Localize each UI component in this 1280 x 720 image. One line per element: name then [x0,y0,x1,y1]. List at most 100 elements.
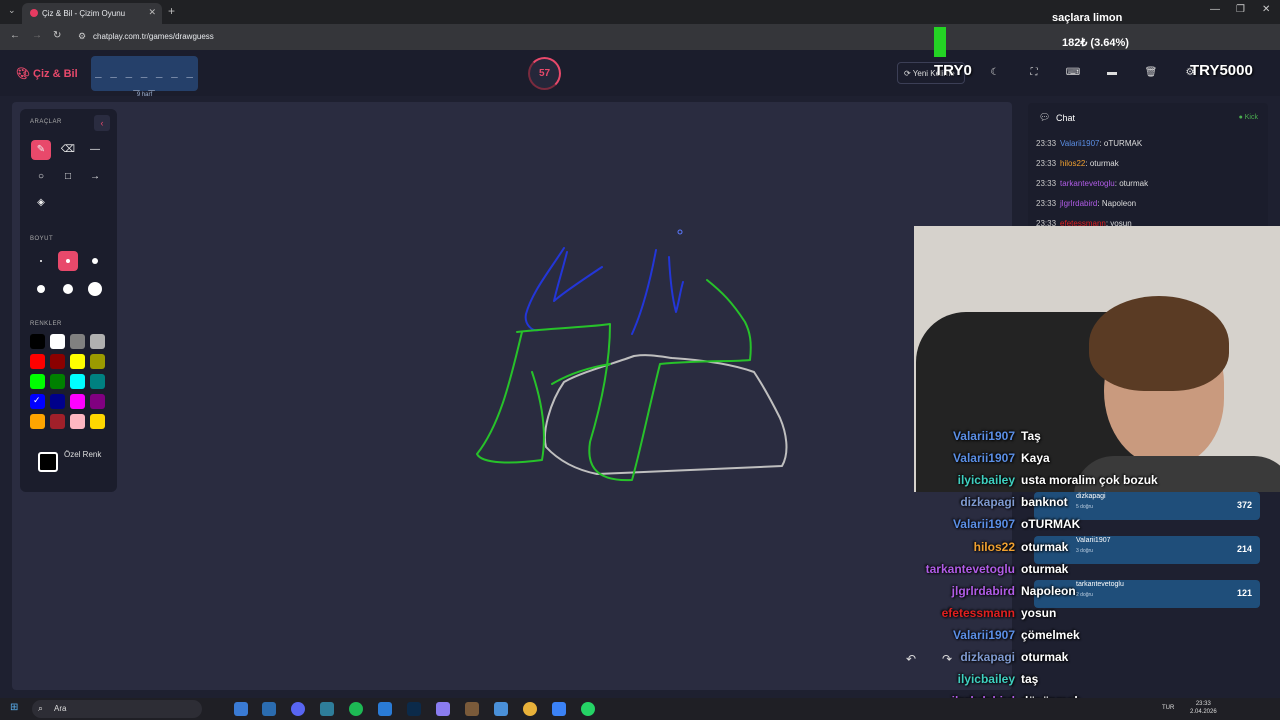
minimize-icon[interactable]: — [1210,4,1220,15]
chrome-icon[interactable] [523,702,537,716]
size-5-button[interactable] [58,279,78,299]
circle-tool-icon[interactable]: ○ [31,167,51,187]
donation-amount: 182₺ (3.64%) [1062,37,1129,49]
fullscreen-icon[interactable]: ⛶ [1022,62,1046,84]
drawing-canvas[interactable] [12,102,1012,690]
editor-icon[interactable] [494,702,508,716]
color-swatch[interactable] [50,334,65,349]
trash-icon[interactable]: 🗑︎ [1139,62,1163,84]
score-points: 214 [1236,544,1252,554]
cursor-dot [677,229,683,235]
edge-icon[interactable] [234,702,248,716]
stream-chat-text: oturmak [1021,561,1069,576]
color-swatch[interactable] [70,334,85,349]
reload-icon[interactable]: ↻ [53,30,61,41]
stream-chat-user: hilos22 [973,539,1015,554]
chat-user[interactable]: Valarii1907 [1060,139,1099,148]
minecraft-icon[interactable] [465,702,479,716]
color-swatch[interactable] [90,414,105,429]
chat-message: 23:33 hilos22: oturmak [1036,159,1119,168]
color-swatch[interactable] [90,394,105,409]
color-swatch[interactable] [50,394,65,409]
stroke-white-rock [544,354,788,475]
color-swatch[interactable] [70,354,85,369]
brand-logo[interactable]: 🎨︎ Çiz & Bil [16,67,78,80]
layers-icon[interactable]: ▬ [1100,62,1124,84]
pen-tool-icon[interactable]: ✎ [31,140,51,160]
color-swatch[interactable] [30,414,45,429]
color-swatch[interactable] [50,414,65,429]
moon-icon[interactable]: ☾ [983,62,1007,84]
tab-search-icon[interactable]: ⌄ [8,5,16,16]
stroke-blue-1 [524,247,684,335]
chat-user[interactable]: tarkantevetoglu [1060,179,1115,188]
word-icon[interactable] [378,702,392,716]
rectangle-tool-icon[interactable]: □ [58,167,78,187]
close-window-icon[interactable]: ✕ [1262,4,1270,15]
game-icon[interactable] [436,702,450,716]
color-swatch[interactable] [90,354,105,369]
forward-icon[interactable]: → [32,30,42,41]
files-icon[interactable] [552,702,566,716]
score-player: dizkapagi [1076,493,1106,500]
store-icon[interactable] [262,702,276,716]
color-swatch[interactable] [30,374,45,389]
tab-title: Çiz & Bil - Çizim Oyunu [42,9,126,18]
collapse-panel-icon[interactable]: ‹ [94,115,110,131]
stream-chat-user: efetessmann [941,605,1015,620]
color-swatch[interactable] [70,394,85,409]
app-icon[interactable] [320,702,334,716]
size-3-button[interactable] [85,251,105,271]
tab-close-icon[interactable]: ✕ [148,7,156,18]
color-swatch[interactable] [50,374,65,389]
browser-tab[interactable]: Çiz & Bil - Çizim Oyunu ✕ [22,3,162,24]
url-text[interactable]: chatplay.com.tr/games/drawguess [93,32,214,41]
back-icon[interactable]: ← [10,30,20,41]
photoshop-icon[interactable] [407,702,421,716]
taskbar-clock[interactable]: 23:33 2.04.2026 [1190,700,1217,716]
color-swatch[interactable] [30,394,45,409]
color-swatch[interactable] [90,334,105,349]
stream-chat-text: Napoleon [1021,583,1076,598]
chat-time: 23:33 [1036,179,1057,188]
redo-icon[interactable]: ↷ [942,652,952,666]
size-1-button[interactable] [31,251,51,271]
color-swatch[interactable] [90,374,105,389]
chat-title: Chat [1056,113,1076,123]
score-points: 121 [1236,588,1252,598]
eraser-tool-icon[interactable]: ⌫ [58,140,78,160]
line-tool-icon[interactable]: — [85,140,105,160]
score-points: 372 [1236,500,1252,510]
maximize-icon[interactable]: ❐ [1236,4,1245,15]
new-tab-icon[interactable]: + [168,4,175,18]
whatsapp-icon[interactable] [581,702,595,716]
keyboard-language[interactable]: TUR [1162,705,1174,711]
size-6-button[interactable] [85,279,105,299]
chat-user[interactable]: hilos22 [1060,159,1085,168]
color-swatch[interactable] [30,354,45,369]
custom-color-swatch[interactable] [38,452,58,472]
round-timer: 57 [528,57,561,90]
streamer-hair [1089,296,1229,391]
chat-user[interactable]: jlgrlrdabird [1060,199,1097,208]
color-swatch[interactable] [50,354,65,369]
color-swatch[interactable] [70,414,85,429]
fill-tool-icon[interactable]: ◈ [31,193,51,213]
undo-icon[interactable]: ↶ [906,652,916,666]
stream-chat-text: oturmak [1021,650,1069,664]
size-4-button[interactable] [31,279,51,299]
arrow-tool-icon[interactable]: → [85,167,105,187]
discord-icon[interactable] [291,702,305,716]
windows-start-icon[interactable]: ⊞ [10,702,18,713]
color-swatch[interactable] [30,334,45,349]
taskbar-search[interactable]: ⌕ Ara [32,700,202,718]
kick-status-badge: ● Kick [1238,114,1258,121]
color-swatch[interactable] [70,374,85,389]
keyboard-icon[interactable]: ⌨ [1061,62,1085,84]
size-2-button[interactable] [58,251,78,271]
stream-chat-text: Taş [1021,429,1041,443]
chat-time: 23:33 [1036,139,1057,148]
spotify-icon[interactable] [349,702,363,716]
goal-progress-fill [934,27,946,57]
site-info-icon[interactable]: ⚙ [78,31,86,42]
